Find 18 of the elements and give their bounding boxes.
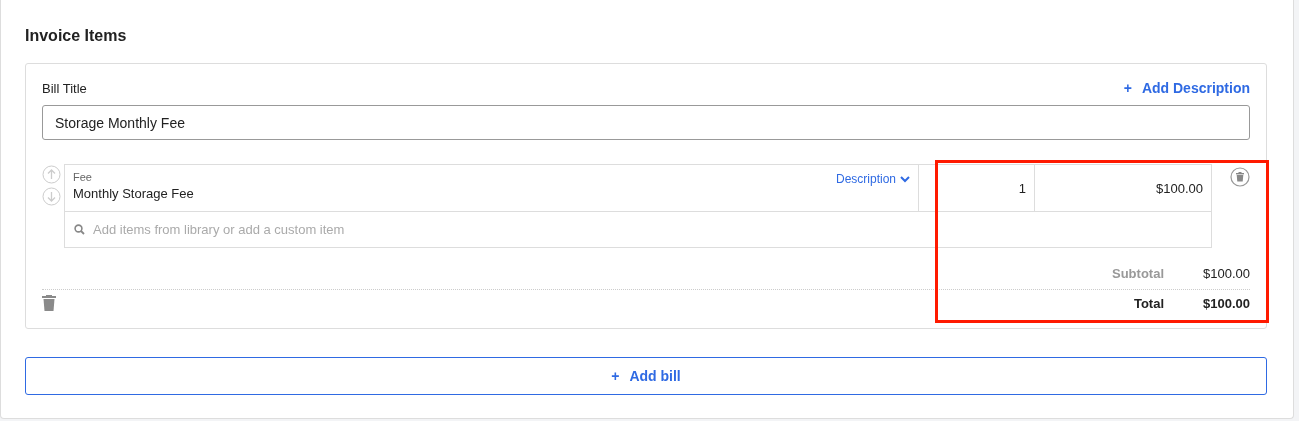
section-title: Invoice Items — [25, 26, 128, 46]
add-description-link[interactable]: + Add Description — [1123, 80, 1250, 96]
trash-icon[interactable] — [42, 295, 56, 311]
subtotal-label: Subtotal — [1112, 265, 1164, 281]
item-name: Monthly Storage Fee — [73, 186, 194, 201]
total-value: $100.00 — [1202, 295, 1250, 311]
item-type-label: Fee — [73, 171, 93, 183]
bill-title-field[interactable]: Storage Monthly Fee — [42, 105, 1250, 140]
total-label: Total — [1133, 295, 1164, 311]
delete-icon[interactable] — [1230, 167, 1250, 187]
price-field[interactable]: $100.00 — [1034, 165, 1211, 211]
description-dropdown[interactable]: Description — [835, 171, 910, 187]
field-label: Bill Title — [42, 80, 87, 96]
chevron-down-icon — [900, 175, 910, 183]
quantity-field[interactable]: 1 — [918, 165, 1034, 211]
add-bill-button[interactable]: + Add bill — [25, 357, 1267, 395]
subtotal-value: $100.00 — [1202, 265, 1250, 281]
search-icon — [74, 224, 85, 235]
